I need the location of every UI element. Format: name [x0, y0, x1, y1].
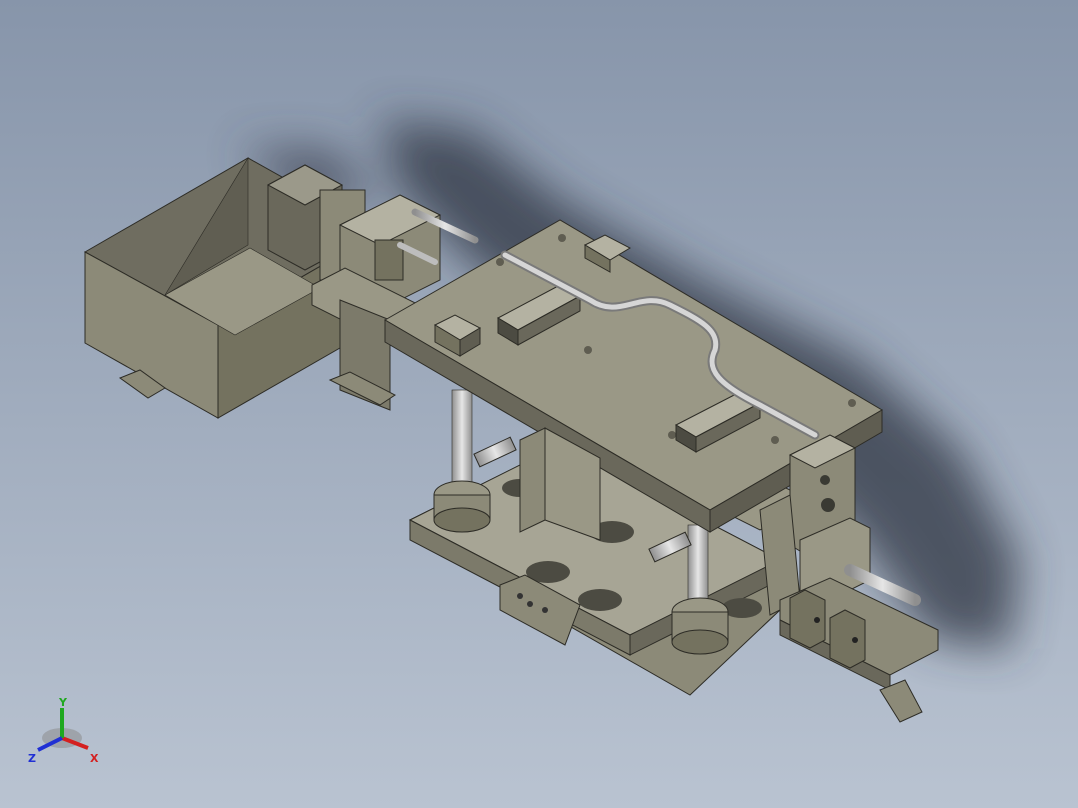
z-axis-label: Z	[28, 752, 36, 765]
orientation-triad[interactable]: X Y Z	[20, 690, 110, 770]
graphics-viewport[interactable]: X Y Z	[0, 0, 1078, 808]
cad-assembly-model[interactable]	[0, 0, 1078, 808]
x-axis-label: X	[90, 752, 99, 765]
pneumatic-fitting-1[interactable]	[473, 436, 517, 468]
y-axis-label: Y	[58, 696, 68, 709]
